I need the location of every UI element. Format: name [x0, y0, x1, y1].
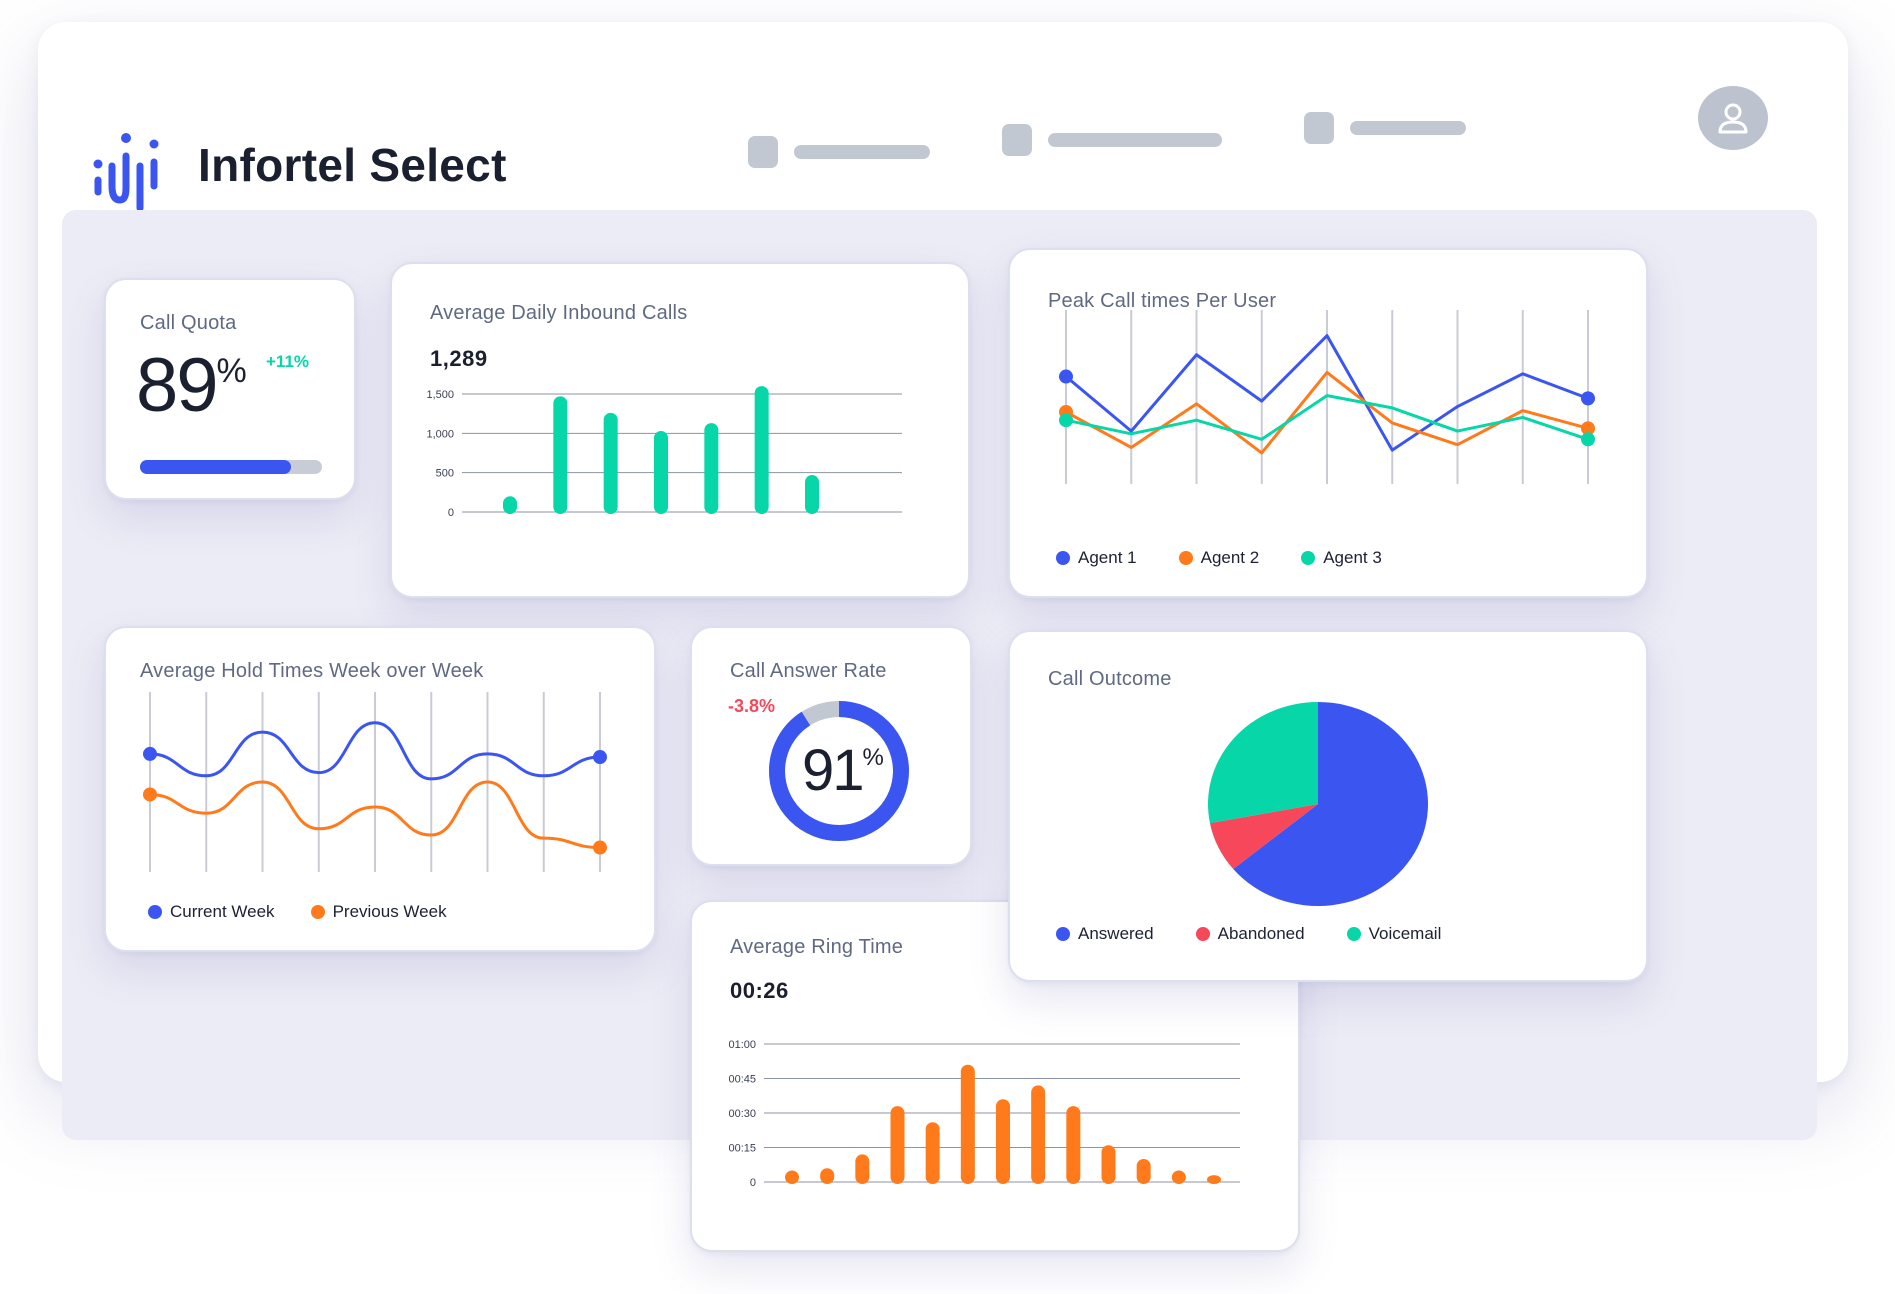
bar: [820, 1168, 835, 1184]
brand-logo-icon: [93, 133, 159, 212]
user-icon: [1718, 103, 1748, 134]
tab-label-placeholder: [794, 145, 930, 159]
user-avatar-button[interactable]: [1698, 86, 1768, 150]
outcome-legend: Answered Abandoned Voicemail: [1056, 924, 1441, 944]
card-title: Call Answer Rate: [730, 660, 887, 682]
bar: [1031, 1085, 1046, 1184]
legend-label: Voicemail: [1368, 924, 1442, 943]
legend-label: Agent 2: [1200, 548, 1260, 567]
legend-dot: [1301, 551, 1316, 565]
legend-item-agent-1[interactable]: Agent 1: [1056, 548, 1137, 568]
peak-line-chart: [1059, 310, 1595, 484]
bar: [704, 423, 719, 514]
peak-legend: Agent 1 Agent 2 Agent 3: [1056, 548, 1382, 568]
bar: [1136, 1159, 1151, 1184]
nav-tab-3[interactable]: [1304, 112, 1466, 144]
legend-dot: [148, 905, 162, 919]
legend-item-current-week[interactable]: Current Week: [148, 902, 275, 922]
legend-item-previous-week[interactable]: Previous Week: [310, 902, 447, 922]
inbound-bar-chart: 0 500 1,000 1,500: [426, 386, 902, 519]
legend-dot: [1195, 927, 1210, 941]
legend-dot: [310, 905, 325, 919]
bar: [1171, 1170, 1186, 1184]
y-tick-label: 01:00: [728, 1039, 756, 1051]
quota-delta: +11%: [266, 352, 310, 371]
quota-progress-track: [140, 460, 322, 474]
series-endpoint: [593, 840, 607, 855]
series-endpoint: [1059, 369, 1073, 384]
y-tick-label: 00:15: [728, 1143, 756, 1155]
bar: [553, 396, 568, 514]
legend-dot: [1346, 927, 1361, 941]
bar: [754, 386, 769, 514]
tab-label-placeholder: [1350, 121, 1466, 135]
placeholder-icon: [1304, 112, 1334, 144]
legend-label: Agent 3: [1323, 548, 1382, 567]
placeholder-icon: [1002, 124, 1032, 156]
call-quota-card[interactable]: Call Quota 89 % +11%: [104, 278, 356, 500]
legend-dot: [1056, 927, 1070, 941]
bar: [805, 475, 819, 514]
y-tick-label: 0: [448, 507, 454, 519]
hold-times-card[interactable]: Average Hold Times Week over Week Curren…: [104, 626, 656, 952]
bar: [890, 1106, 905, 1184]
card-title: Call Quota: [140, 312, 237, 334]
bar: [785, 1170, 799, 1184]
series-endpoint: [1581, 432, 1595, 447]
brand-name: Infortel Select: [198, 139, 507, 191]
bar: [603, 412, 618, 514]
legend-item-agent-3[interactable]: Agent 3: [1301, 548, 1382, 568]
y-tick-label: 00:30: [728, 1108, 756, 1120]
series-endpoint: [1059, 413, 1073, 428]
answer-rate-number: 91: [802, 738, 864, 803]
series-endpoint: [1581, 391, 1595, 406]
bar: [654, 430, 668, 514]
legend-label: Current Week: [170, 902, 275, 921]
legend-label: Agent 1: [1078, 548, 1137, 567]
bar: [1066, 1106, 1081, 1184]
y-tick-label: 1,000: [426, 428, 454, 440]
legend-item-answered[interactable]: Answered: [1056, 924, 1154, 944]
legend-item-abandoned[interactable]: Abandoned: [1195, 924, 1305, 944]
series-endpoint: [143, 787, 157, 802]
pie-slice: [1208, 702, 1318, 824]
quota-value: 89 %: [136, 344, 247, 428]
quota-unit: %: [216, 352, 247, 390]
bar: [1207, 1175, 1221, 1184]
legend-dot: [1056, 551, 1070, 565]
tab-label-placeholder: [1048, 133, 1222, 147]
placeholder-icon: [748, 136, 778, 168]
legend-dot: [1178, 551, 1193, 565]
y-tick-label: 00:45: [728, 1074, 756, 1086]
bar: [503, 496, 517, 514]
bar: [996, 1099, 1010, 1184]
nav-tab-2[interactable]: [1002, 124, 1222, 156]
y-tick-label: 0: [750, 1177, 756, 1189]
quota-number: 89: [136, 343, 219, 428]
answer-rate-unit: %: [862, 744, 884, 771]
y-tick-label: 1,500: [426, 389, 454, 401]
answer-rate-card[interactable]: Call Answer Rate -3.8% 91 %: [690, 626, 972, 866]
legend-item-voicemail[interactable]: Voicemail: [1346, 924, 1442, 944]
legend-label: Answered: [1078, 924, 1154, 943]
series-endpoint: [143, 746, 157, 761]
quota-progress-fill: [140, 460, 292, 474]
inbound-calls-card[interactable]: Average Daily Inbound Calls 1,289 0 500 1,…: [390, 262, 970, 598]
bar: [960, 1064, 975, 1184]
answer-rate-value: 91 %: [802, 740, 884, 802]
hold-legend: Current Week Previous Week: [148, 902, 447, 922]
series-endpoint: [593, 750, 607, 765]
legend-item-agent-2[interactable]: Agent 2: [1178, 548, 1260, 568]
bar: [855, 1154, 870, 1184]
bar: [925, 1122, 940, 1184]
y-tick-label: 500: [436, 468, 454, 480]
nav-tab-1[interactable]: [748, 136, 930, 168]
legend-label: Previous Week: [332, 902, 447, 921]
peak-call-times-card[interactable]: Peak Call times Per User Agent 1 Agent 2…: [1008, 248, 1648, 598]
bar: [1101, 1145, 1116, 1184]
call-outcome-card[interactable]: Call Outcome Answered Abandoned Voicemai…: [1008, 630, 1648, 982]
legend-label: Abandoned: [1217, 924, 1305, 943]
